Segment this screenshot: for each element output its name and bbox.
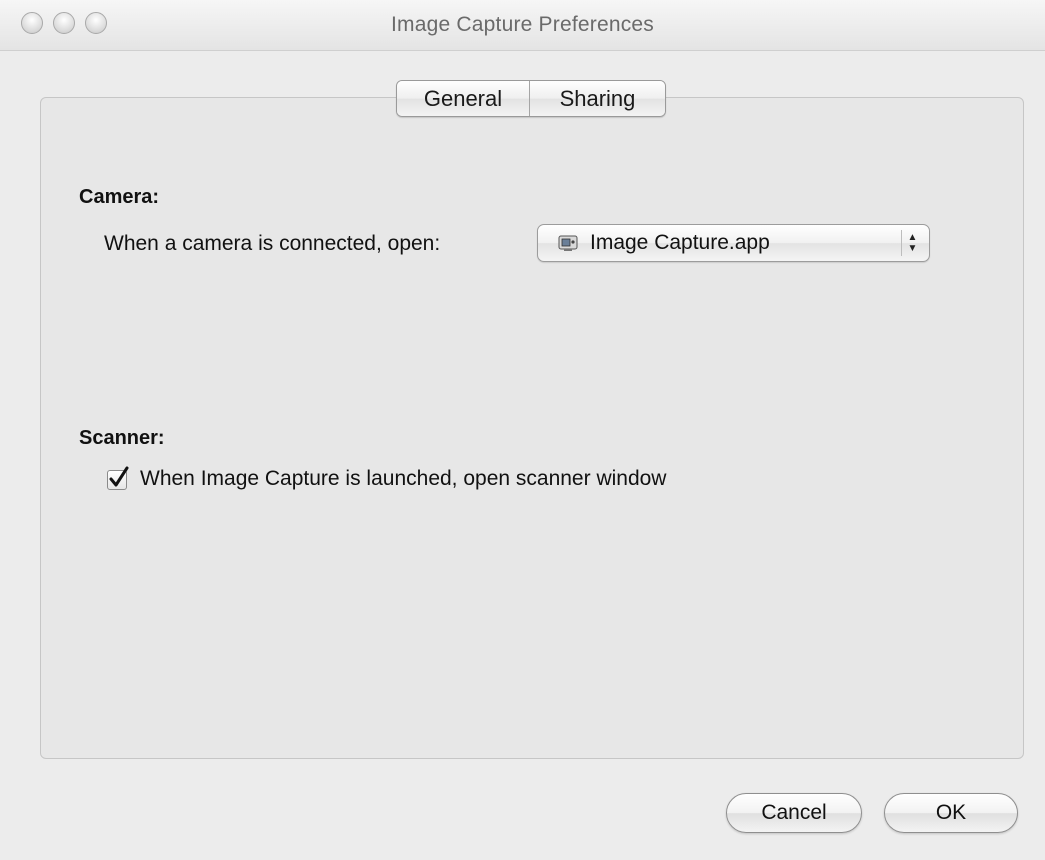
tab-sharing[interactable]: Sharing [530, 81, 665, 116]
camera-app-popup[interactable]: Image Capture.app ▲ ▼ [537, 224, 930, 262]
app-icon [558, 234, 578, 252]
camera-section-label: Camera: [79, 186, 160, 208]
window-title: Image Capture Preferences [391, 13, 654, 36]
preferences-window: Image Capture Preferences General Sharin… [0, 0, 1045, 860]
popup-selected-value: Image Capture.app [590, 231, 770, 254]
open-scanner-window-label[interactable]: When Image Capture is launched, open sca… [140, 467, 666, 491]
camera-open-label: When a camera is connected, open: [104, 232, 441, 255]
tab-general[interactable]: General [397, 81, 530, 116]
checkmark-icon [109, 466, 129, 487]
ok-button[interactable]: OK [884, 793, 1018, 833]
chevron-up-down-icon: ▲ ▼ [901, 230, 923, 256]
title-bar[interactable]: Image Capture Preferences [0, 0, 1045, 51]
tab-panel [40, 97, 1024, 759]
cancel-button[interactable]: Cancel [726, 793, 862, 833]
open-scanner-window-checkbox[interactable] [107, 466, 129, 490]
tab-bar: General Sharing [396, 80, 666, 117]
scanner-section-label: Scanner: [79, 427, 165, 449]
